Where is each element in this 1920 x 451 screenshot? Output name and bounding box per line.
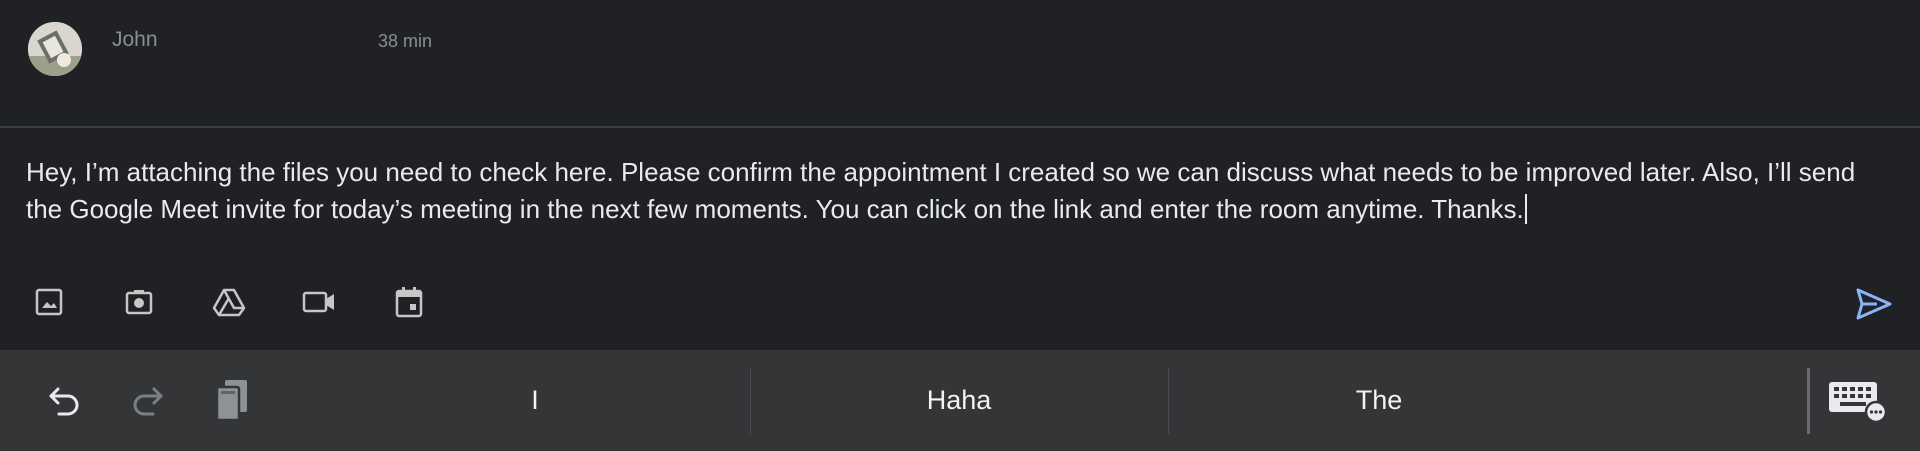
drive-icon — [212, 288, 246, 317]
clipboard-icon — [215, 380, 247, 422]
text-cursor — [1524, 194, 1527, 224]
calendar-icon — [395, 287, 423, 318]
send-icon — [1856, 288, 1892, 320]
sender-name: John — [112, 28, 158, 51]
attach-video-button[interactable] — [297, 280, 341, 324]
clipboard-button[interactable] — [206, 374, 258, 426]
undo-icon — [49, 387, 79, 416]
attach-camera-button[interactable] — [117, 280, 161, 324]
message-text: Hey, I’m attaching the files you need to… — [26, 157, 1856, 224]
redo-icon — [133, 387, 163, 416]
suggestion-item[interactable]: I — [320, 350, 750, 451]
keyboard-icon — [1829, 382, 1888, 424]
attach-image-button[interactable] — [27, 280, 71, 324]
attach-calendar-button[interactable] — [387, 280, 431, 324]
message-time: 38 min — [378, 31, 433, 51]
video-icon — [302, 291, 334, 313]
undo-button[interactable] — [38, 374, 90, 426]
redo-button[interactable] — [122, 374, 174, 426]
message-input[interactable]: Hey, I’m attaching the files you need to… — [26, 154, 1886, 228]
camera-icon — [125, 290, 153, 315]
send-button[interactable] — [1852, 282, 1896, 326]
attachment-toolbar — [0, 280, 1920, 330]
message-header: John 38 min — [0, 0, 1920, 128]
avatar[interactable] — [28, 22, 82, 76]
suggestion-item[interactable]: The — [1169, 350, 1589, 451]
suggestion-item[interactable]: Haha — [751, 350, 1167, 451]
toolbar-divider — [1807, 368, 1810, 434]
keyboard-suggestion-bar: I Haha The — [0, 350, 1920, 451]
keyboard-switch-button[interactable] — [1826, 374, 1888, 426]
attach-drive-button[interactable] — [207, 280, 251, 324]
chat-compose-screen: John 38 min Hey, I’m attaching the files… — [0, 0, 1920, 451]
image-icon — [35, 288, 63, 316]
